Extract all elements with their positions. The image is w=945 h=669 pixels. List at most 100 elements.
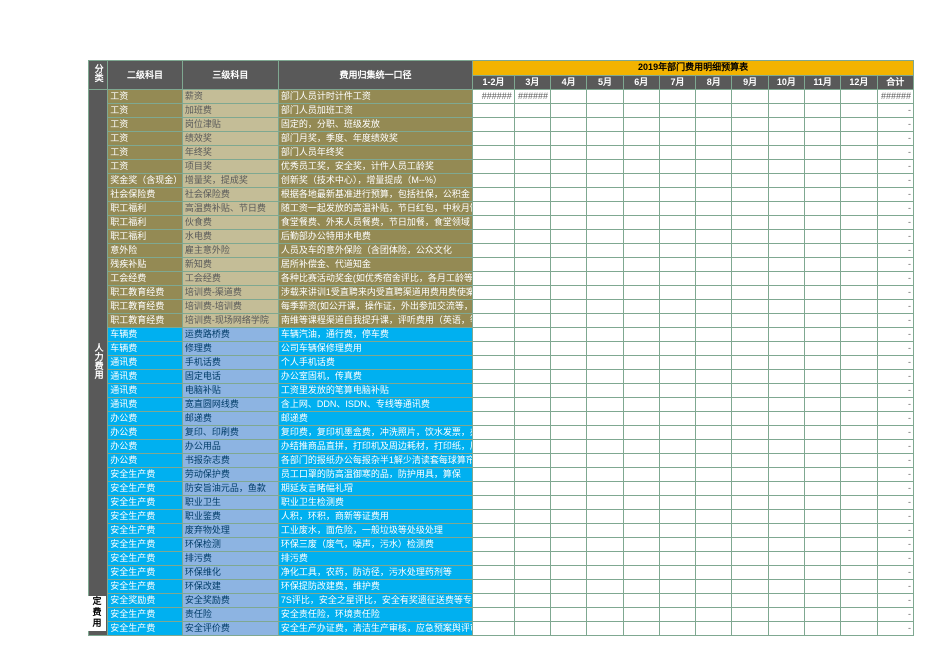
cell-month[interactable] [805, 132, 841, 146]
cell-month[interactable] [841, 454, 877, 468]
cell-month[interactable] [587, 160, 623, 174]
cell-month[interactable] [732, 538, 768, 552]
cell-month[interactable]: - [877, 300, 913, 314]
cell-month[interactable] [805, 566, 841, 580]
cell-month[interactable] [841, 370, 877, 384]
cell-month[interactable] [551, 370, 587, 384]
cell-month[interactable] [473, 538, 515, 552]
cell-month[interactable] [659, 132, 695, 146]
cell-month[interactable] [768, 454, 804, 468]
cell-month[interactable] [587, 174, 623, 188]
cell-month[interactable] [623, 202, 659, 216]
cell-month[interactable] [841, 342, 877, 356]
cell-month[interactable] [696, 440, 732, 454]
cell-month[interactable] [696, 342, 732, 356]
cell-month[interactable] [659, 146, 695, 160]
cell-month[interactable] [659, 356, 695, 370]
cell-month[interactable] [473, 188, 515, 202]
cell-month[interactable] [587, 426, 623, 440]
cell-month[interactable] [514, 174, 550, 188]
cell-month[interactable] [551, 104, 587, 118]
cell-month[interactable] [514, 370, 550, 384]
cell-month[interactable] [696, 482, 732, 496]
cell-month[interactable] [623, 398, 659, 412]
cell-month[interactable] [514, 202, 550, 216]
cell-month[interactable] [768, 510, 804, 524]
cell-month[interactable] [841, 468, 877, 482]
cell-month[interactable] [841, 230, 877, 244]
cell-month[interactable] [696, 552, 732, 566]
cell-month[interactable] [768, 300, 804, 314]
cell-month[interactable] [732, 482, 768, 496]
cell-month[interactable] [587, 412, 623, 426]
cell-month[interactable] [551, 398, 587, 412]
cell-month[interactable] [659, 160, 695, 174]
cell-month[interactable] [623, 216, 659, 230]
cell-month[interactable] [696, 426, 732, 440]
cell-month[interactable]: - [877, 314, 913, 328]
cell-month[interactable]: - [877, 608, 913, 622]
cell-month[interactable] [768, 90, 804, 104]
cell-month[interactable] [696, 398, 732, 412]
cell-month[interactable] [805, 202, 841, 216]
cell-month[interactable] [696, 160, 732, 174]
cell-month[interactable] [551, 426, 587, 440]
cell-month[interactable]: - [877, 328, 913, 342]
cell-month[interactable] [805, 174, 841, 188]
cell-month[interactable]: - [877, 104, 913, 118]
cell-month[interactable] [805, 216, 841, 230]
cell-month[interactable] [805, 454, 841, 468]
cell-month[interactable] [768, 482, 804, 496]
cell-month[interactable] [805, 314, 841, 328]
cell-month[interactable]: - [877, 244, 913, 258]
cell-month[interactable] [841, 384, 877, 398]
cell-month[interactable] [768, 118, 804, 132]
cell-month[interactable] [587, 230, 623, 244]
cell-month[interactable] [623, 174, 659, 188]
cell-month[interactable] [473, 384, 515, 398]
cell-month[interactable] [623, 286, 659, 300]
cell-month[interactable] [841, 440, 877, 454]
cell-month[interactable] [659, 622, 695, 636]
cell-month[interactable] [473, 468, 515, 482]
cell-month[interactable] [623, 160, 659, 174]
cell-month[interactable] [659, 594, 695, 608]
cell-month[interactable] [696, 580, 732, 594]
cell-month[interactable] [623, 230, 659, 244]
cell-month[interactable] [805, 90, 841, 104]
cell-month[interactable]: - [877, 342, 913, 356]
cell-month[interactable] [514, 580, 550, 594]
cell-month[interactable] [551, 552, 587, 566]
cell-month[interactable] [587, 440, 623, 454]
cell-month[interactable] [587, 356, 623, 370]
cell-month[interactable] [623, 90, 659, 104]
cell-month[interactable] [696, 622, 732, 636]
cell-month[interactable] [623, 328, 659, 342]
cell-month[interactable] [587, 370, 623, 384]
cell-month[interactable] [696, 202, 732, 216]
cell-month[interactable] [623, 440, 659, 454]
cell-month[interactable] [732, 104, 768, 118]
cell-month[interactable] [732, 454, 768, 468]
cell-month[interactable] [551, 622, 587, 636]
cell-month[interactable] [841, 328, 877, 342]
cell-month[interactable]: - [877, 510, 913, 524]
cell-month[interactable] [768, 314, 804, 328]
cell-month[interactable] [841, 356, 877, 370]
cell-month[interactable]: - [877, 384, 913, 398]
cell-month[interactable]: - [877, 552, 913, 566]
cell-month[interactable] [768, 496, 804, 510]
cell-month[interactable]: ###### [877, 90, 913, 104]
cell-month[interactable] [551, 314, 587, 328]
cell-month[interactable] [805, 258, 841, 272]
cell-month[interactable] [587, 552, 623, 566]
cell-month[interactable] [696, 594, 732, 608]
cell-month[interactable] [805, 160, 841, 174]
cell-month[interactable] [473, 132, 515, 146]
cell-month[interactable] [514, 412, 550, 426]
cell-month[interactable] [514, 454, 550, 468]
cell-month[interactable] [696, 300, 732, 314]
cell-month[interactable]: - [877, 258, 913, 272]
cell-month[interactable] [659, 580, 695, 594]
cell-month[interactable] [514, 398, 550, 412]
